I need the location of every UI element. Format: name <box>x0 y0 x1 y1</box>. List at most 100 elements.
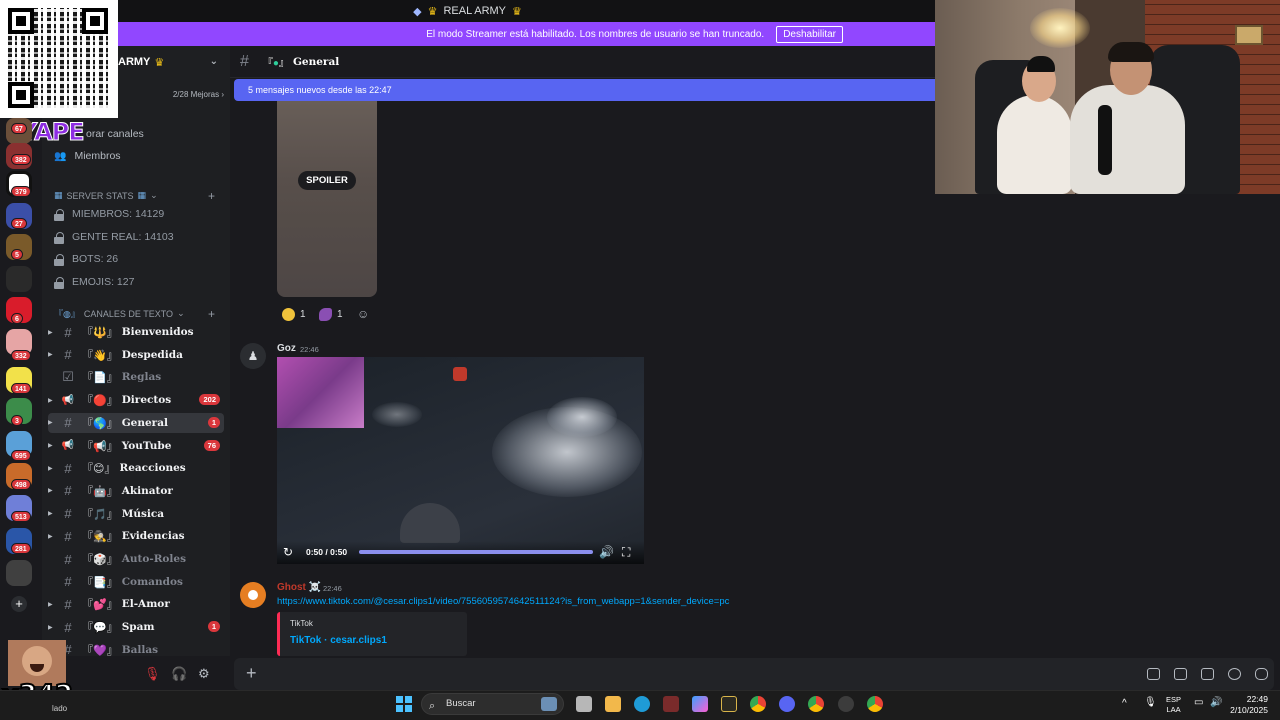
fullscreen-icon[interactable]: ⛶ <box>622 545 630 560</box>
clock-time: 22:49 <box>1246 694 1268 704</box>
reaction-button[interactable]: 1 <box>282 304 306 324</box>
server-mention-badge: 382 <box>11 154 31 165</box>
microphone-icon[interactable]: 🎙 <box>1144 697 1157 708</box>
video-progress-bar[interactable] <box>359 550 593 554</box>
chevron-up-icon[interactable]: ^ <box>1122 698 1127 709</box>
boost-progress[interactable]: 2/28 Mejoras › <box>110 90 224 106</box>
obs-icon[interactable] <box>838 696 854 712</box>
eggplant-emoji-icon <box>319 307 332 321</box>
members-link[interactable]: 👥 Miembros <box>54 150 121 162</box>
add-reaction-icon: ☺ <box>357 307 370 321</box>
chrome-profile-icon[interactable] <box>808 696 824 712</box>
edge-icon[interactable] <box>634 696 650 712</box>
taskbar-search[interactable]: ⌕ Buscar <box>421 693 564 715</box>
stat-channel[interactable]: BOTS: 26 <box>54 250 118 268</box>
boost-count: 2/28 Mejoras <box>172 90 220 99</box>
channel-emoji-icon: 『📄』 <box>82 371 118 385</box>
sidebar-channel[interactable]: # 『🎲』 Auto-Roles <box>48 549 224 569</box>
server-icon[interactable] <box>6 266 32 292</box>
language-indicator[interactable]: ESP LAA <box>1166 695 1181 715</box>
video-time: 0:50 / 0:50 <box>306 547 348 557</box>
gif-icon[interactable] <box>1174 668 1187 680</box>
chevron-right-icon: ▶ <box>48 624 53 631</box>
sidebar-channel[interactable]: ▶ # 『💕』 El-Amor <box>48 594 224 614</box>
chrome-icon[interactable] <box>750 696 766 712</box>
emoji-icon[interactable] <box>1228 668 1241 680</box>
sidebar-channel[interactable]: ▶ # 『🕵』 Evidencias <box>48 526 224 546</box>
volume-icon[interactable]: 🔊 <box>599 545 614 559</box>
task-view-icon[interactable] <box>576 696 592 712</box>
spoiler-label[interactable]: SPOILER <box>298 171 356 190</box>
server-icon[interactable] <box>6 560 32 586</box>
spoiler-image[interactable] <box>277 101 377 297</box>
channel-name: Despedida <box>121 348 183 361</box>
start-button[interactable] <box>396 696 412 712</box>
add-attachment-icon[interactable]: + <box>246 663 257 684</box>
avatar[interactable] <box>240 582 266 608</box>
reaction-count: 1 <box>337 308 343 320</box>
new-messages-bar[interactable]: 5 mensajes nuevos desde las 22:47 <box>234 79 935 101</box>
mic-muted-icon[interactable]: 🎙 <box>144 666 161 682</box>
sidebar-channel[interactable]: # 『📑』 Comandos <box>48 572 224 592</box>
channel-name: Auto-Roles <box>121 553 187 565</box>
message-author[interactable]: Ghost ☠️ <box>277 582 321 593</box>
sidebar-channel[interactable]: ▶ # 『💬』 Spam 1 <box>48 617 224 637</box>
message-input-bar[interactable]: + <box>234 658 1274 690</box>
category-server-stats[interactable]: ▦ SERVER STATS ▦ ⌄ + <box>54 189 215 203</box>
video-facecam <box>277 357 364 428</box>
avatar[interactable]: ♟ <box>240 343 266 369</box>
search-highlight-icon <box>541 697 557 711</box>
embed-title[interactable]: TikTok · cesar.clips1 <box>290 635 387 646</box>
sidebar-channel[interactable]: ▶ # 『😊』 Reacciones <box>48 458 224 478</box>
webcam-microphone <box>1098 105 1112 175</box>
sidebar-channel[interactable]: ▶ # 『🔱』 Bienvenidos <box>48 322 224 342</box>
sidebar-channel[interactable]: ▶ 📢 『🔴』 Directos 202 <box>48 390 224 410</box>
category-text-channels[interactable]: 『◍』 CANALES DE TEXTO ⌄ + <box>54 307 215 321</box>
sidebar-channel[interactable]: # 『💜』 Ballas <box>48 640 224 660</box>
server-mention-badge: 332 <box>11 350 31 361</box>
discord-icon[interactable] <box>779 696 795 712</box>
apps-icon[interactable] <box>1255 668 1268 680</box>
sticker-icon[interactable] <box>1201 668 1214 680</box>
add-reaction-button[interactable]: ☺ <box>357 304 369 324</box>
reaction-count: 1 <box>300 308 306 320</box>
sidebar-channel[interactable]: ▶ 📢 『📢』 YouTube 76 <box>48 436 224 456</box>
channel-name: Música <box>121 507 165 520</box>
sidebar-channel[interactable]: ▶ # 『🌎』 General 1 <box>48 412 224 433</box>
volume-icon[interactable]: 🔊 <box>1210 697 1222 708</box>
video-player[interactable] <box>277 357 644 564</box>
gift-icon[interactable] <box>1147 668 1160 680</box>
sidebar-channel[interactable]: ▶ # 『🎵』 Música <box>48 504 224 524</box>
sidebar-channel[interactable]: ▶ # 『👋』 Despedida <box>48 345 224 365</box>
sidebar-channel[interactable]: ▶ # 『🤖』 Akinator <box>48 481 224 501</box>
app-icon[interactable] <box>663 696 679 712</box>
stat-channel[interactable]: GENTE REAL: 14103 <box>54 228 174 246</box>
message-time: 22:46 <box>323 584 342 593</box>
channel-emoji-icon: 『🔱』 <box>82 326 118 339</box>
game-launcher-icon[interactable] <box>721 696 737 712</box>
message-link[interactable]: https://www.tiktok.com/@cesar.clips1/vid… <box>277 596 729 607</box>
add-channel-icon[interactable]: + <box>208 189 215 203</box>
chrome-profile-icon[interactable] <box>867 696 883 712</box>
network-icon[interactable]: ▭ <box>1194 697 1203 708</box>
channel-emoji-icon: 『💬』 <box>82 621 118 635</box>
disable-streamer-button[interactable]: Deshabilitar <box>776 25 843 43</box>
browse-channels-link[interactable]: orar canales <box>86 128 144 140</box>
sidebar-channel[interactable]: ☑ 『📄』 Reglas <box>48 367 224 387</box>
server-mention-badge: 281 <box>11 543 31 554</box>
copilot-icon[interactable] <box>692 696 708 712</box>
clock[interactable]: 22:49 2/10/2025 <box>1230 694 1268 716</box>
stat-channel[interactable]: MIEMBROS: 14129 <box>54 205 164 223</box>
replay-icon[interactable]: ↻ <box>283 545 293 559</box>
channel-emoji-icon: 『🎵』 <box>82 507 118 521</box>
deafen-icon[interactable]: 🎧 <box>171 666 187 682</box>
reaction-button[interactable]: 1 <box>319 304 343 324</box>
stat-channel[interactable]: EMOJIS: 127 <box>54 273 134 291</box>
server-mention-badge: 3 <box>11 415 23 426</box>
add-server-icon[interactable]: + <box>11 596 27 612</box>
chevron-right-icon: ▶ <box>48 352 53 359</box>
message-author[interactable]: Goz <box>277 343 296 354</box>
settings-gear-icon[interactable]: ⚙ <box>198 666 210 682</box>
file-explorer-icon[interactable] <box>605 696 621 712</box>
add-channel-icon[interactable]: + <box>208 307 215 321</box>
